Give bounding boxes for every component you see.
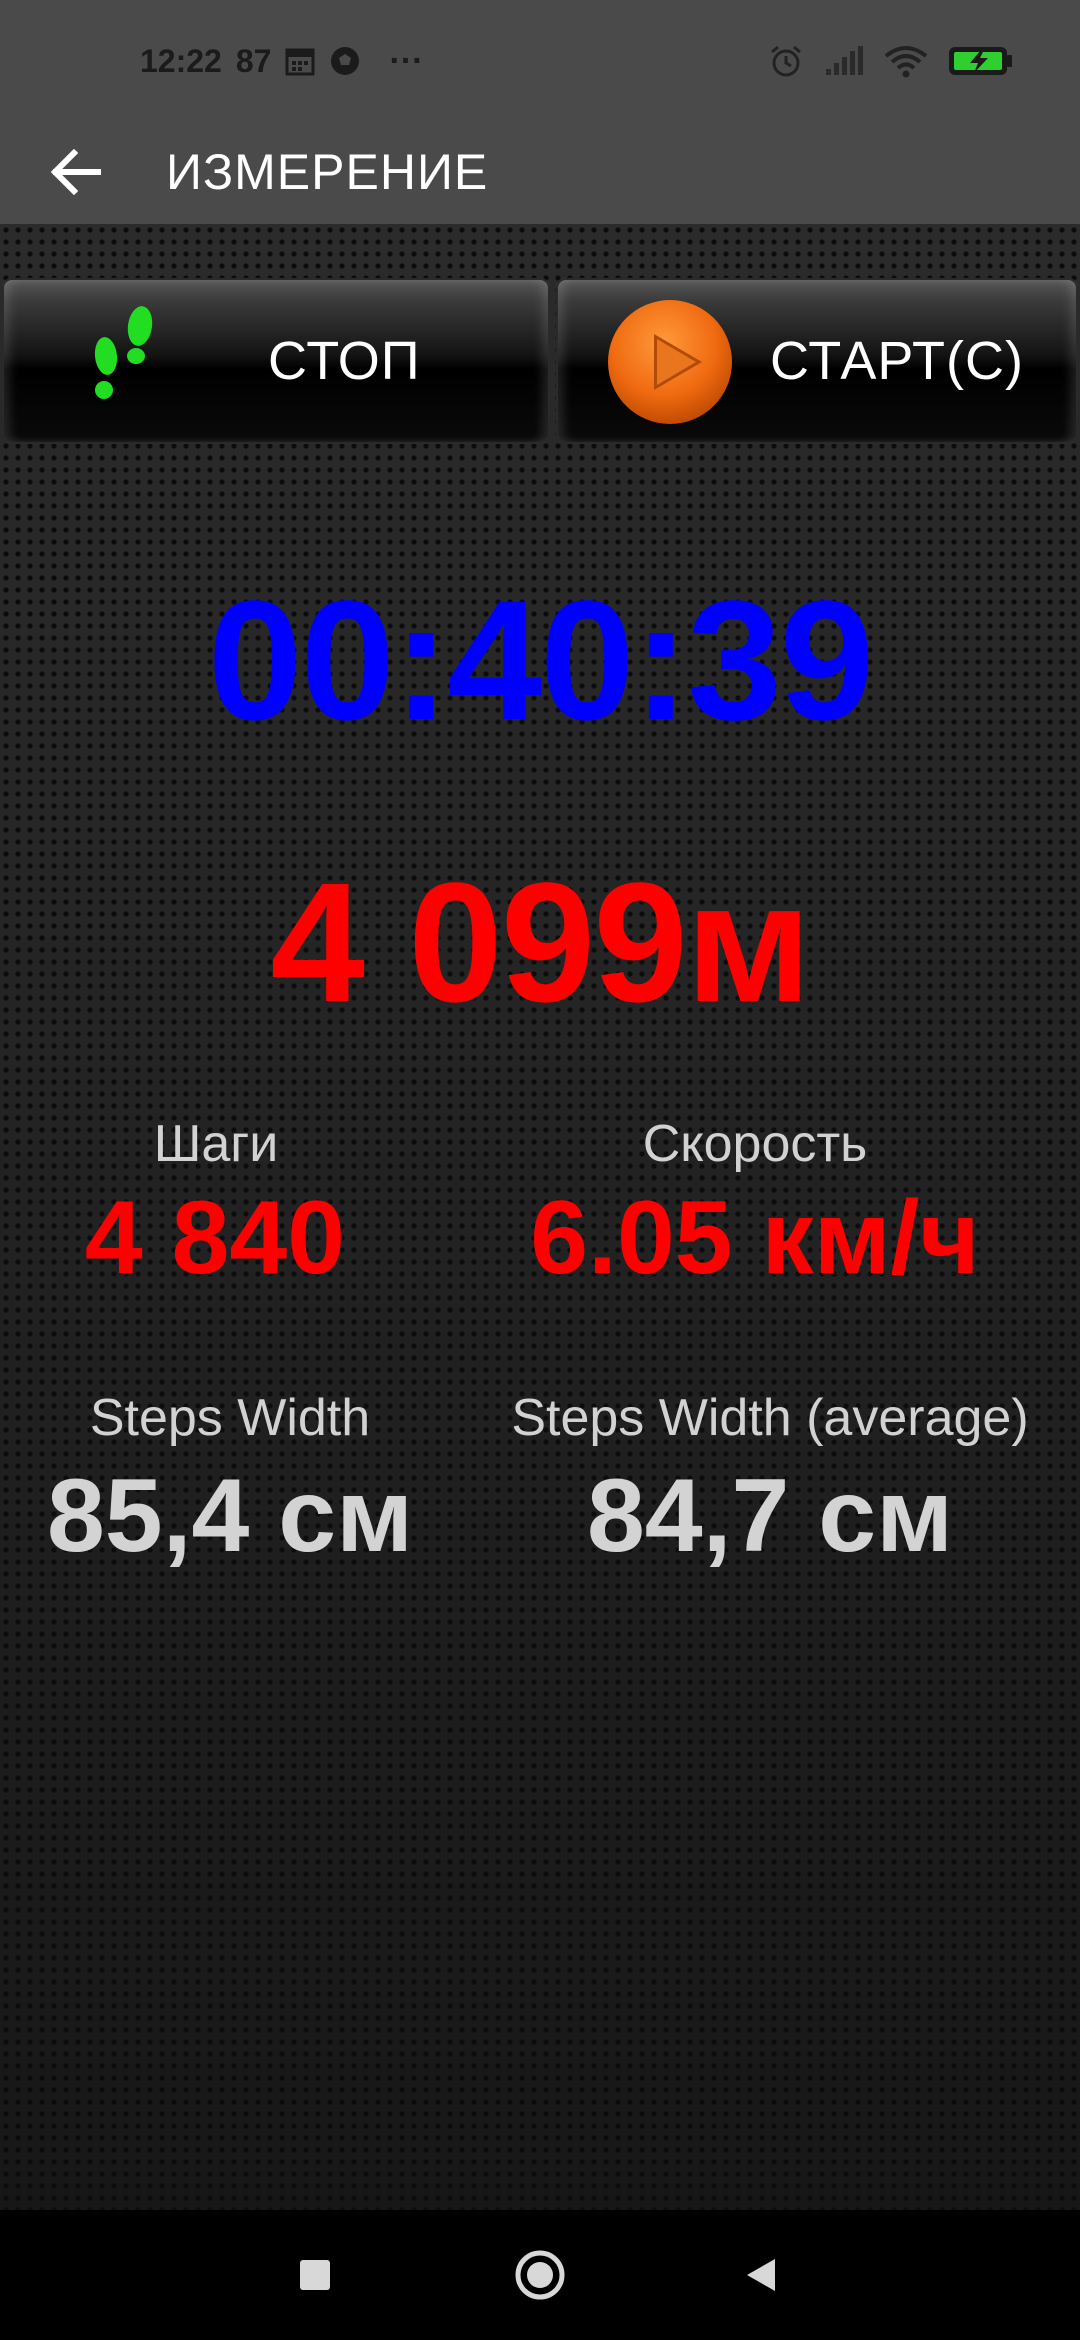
square-recents-icon <box>300 2260 330 2290</box>
steps-label: Шаги <box>153 1115 279 1173</box>
wifi-icon <box>884 44 928 78</box>
triangle-back-icon <box>747 2259 775 2291</box>
system-nav-bar <box>0 2210 1080 2340</box>
steps-width-value: 85,4 см <box>46 1458 414 1574</box>
stop-button-label: СТОП <box>268 331 421 391</box>
calendar-icon <box>285 46 315 76</box>
recents-button[interactable] <box>280 2240 350 2310</box>
stop-button[interactable]: СТОП <box>2 278 550 444</box>
nav-back-button[interactable] <box>726 2240 796 2310</box>
steps-value: 4 840 <box>84 1180 346 1296</box>
arrow-left-icon <box>50 149 101 195</box>
signal-icon <box>824 45 864 77</box>
status-left: 12:22 87 ··· <box>140 38 423 84</box>
footsteps-icon <box>94 306 153 399</box>
speed-value: 6.05 км/ч <box>530 1180 980 1296</box>
steps-width-average-value: 84,7 см <box>586 1458 954 1574</box>
main-content: СТОП СТАРТ(С) 00:40:39 4 099м Шаги 4 840… <box>0 224 1080 2210</box>
page-title: ИЗМЕРЕНИЕ <box>166 144 489 200</box>
battery-charging-icon <box>948 45 1014 77</box>
app-bar: ИЗМЕРЕНИЕ <box>0 120 1080 224</box>
control-buttons: СТОП СТАРТ(С) <box>0 278 1080 444</box>
home-button[interactable] <box>505 2240 575 2310</box>
alarm-icon <box>768 43 804 79</box>
status-bar: 12:22 87 ··· <box>0 0 1080 120</box>
status-right <box>768 38 1014 84</box>
distance-value: 4 099м <box>270 848 811 1038</box>
speed-label: Скорость <box>642 1115 868 1173</box>
soccer-ball-icon <box>329 45 361 77</box>
more-dots-icon: ··· <box>389 41 424 80</box>
back-button[interactable] <box>42 138 110 206</box>
status-time: 12:22 <box>140 42 222 79</box>
start-button-label: СТАРТ(С) <box>770 331 1024 391</box>
start-button[interactable]: СТАРТ(С) <box>556 278 1078 444</box>
steps-width-label: Steps Width <box>89 1389 371 1447</box>
status-notification-count: 87 <box>235 42 272 79</box>
elapsed-time: 00:40:39 <box>207 566 875 756</box>
circle-home-icon <box>515 2250 565 2300</box>
steps-width-average-label: Steps Width (average) <box>511 1389 1029 1447</box>
play-icon <box>608 300 732 424</box>
